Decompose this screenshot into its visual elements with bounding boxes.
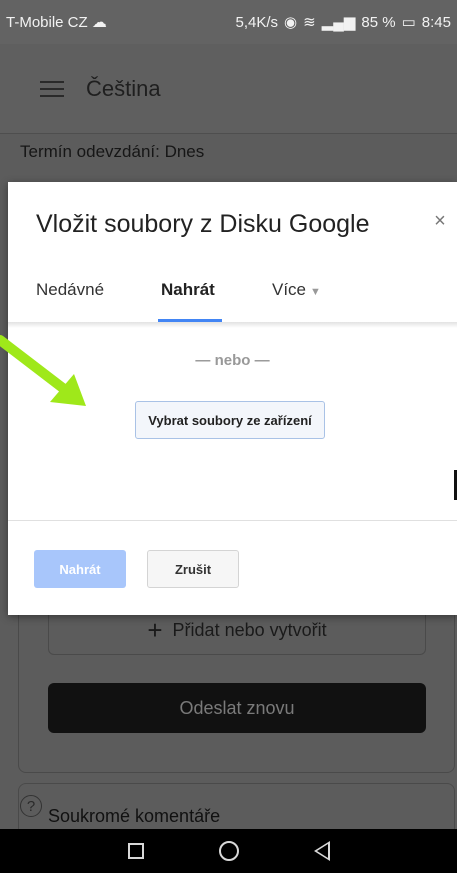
eye-icon: ◉ <box>284 14 298 31</box>
plus-icon: + <box>147 615 163 645</box>
tab-recent[interactable]: Nedávné <box>36 280 104 300</box>
help-circle-icon: ? <box>20 795 42 817</box>
tab-upload[interactable]: Nahrát <box>161 280 215 300</box>
tab-more[interactable]: Více ▼ <box>272 280 321 300</box>
dialog-tabs: Nedávné Nahrát Více ▼ <box>8 272 457 324</box>
app-bar: Čeština <box>0 44 457 134</box>
battery-icon: ▭ <box>401 14 416 31</box>
upload-button[interactable]: Nahrát <box>34 550 126 588</box>
add-or-create-label: Přidat nebo vytvořit <box>172 619 327 640</box>
close-icon[interactable]: × <box>429 210 451 233</box>
battery-level: 85 % <box>361 13 396 31</box>
recents-icon[interactable] <box>127 843 144 859</box>
cancel-button[interactable]: Zrušit <box>147 550 239 588</box>
home-icon[interactable] <box>218 841 239 861</box>
network-speed: 5,4K/s <box>235 13 279 31</box>
select-files-button[interactable]: Vybrat soubory ze zařízení <box>135 401 325 439</box>
clock: 8:45 <box>421 13 451 31</box>
footer-divider <box>8 520 457 521</box>
page-title: Čeština <box>86 75 161 101</box>
resubmit-button[interactable]: Odeslat znovu <box>48 683 426 733</box>
chevron-down-icon: ▼ <box>310 286 321 298</box>
due-date: Termín odevzdání: Dnes <box>20 142 205 161</box>
back-icon[interactable] <box>313 841 330 861</box>
signal-icon: ▂▄▆ <box>321 14 356 31</box>
status-right: 5,4K/s ◉ ≋ ▂▄▆ 85 % ▭ 8:45 <box>235 13 452 32</box>
dialog-title: Vložit soubory z Disku Google <box>36 210 370 238</box>
wifi-icon: ≋ <box>303 14 316 31</box>
status-bar: T-Mobile CZ ☁ 5,4K/s ◉ ≋ ▂▄▆ 85 % ▭ 8:45 <box>0 0 457 44</box>
private-comments-label: Soukromé komentáře <box>48 806 221 826</box>
carrier-label: T-Mobile CZ ☁ <box>6 14 107 31</box>
annotation-arrow-icon <box>0 335 86 406</box>
menu-icon[interactable] <box>40 80 64 97</box>
system-nav-bar <box>0 829 457 873</box>
